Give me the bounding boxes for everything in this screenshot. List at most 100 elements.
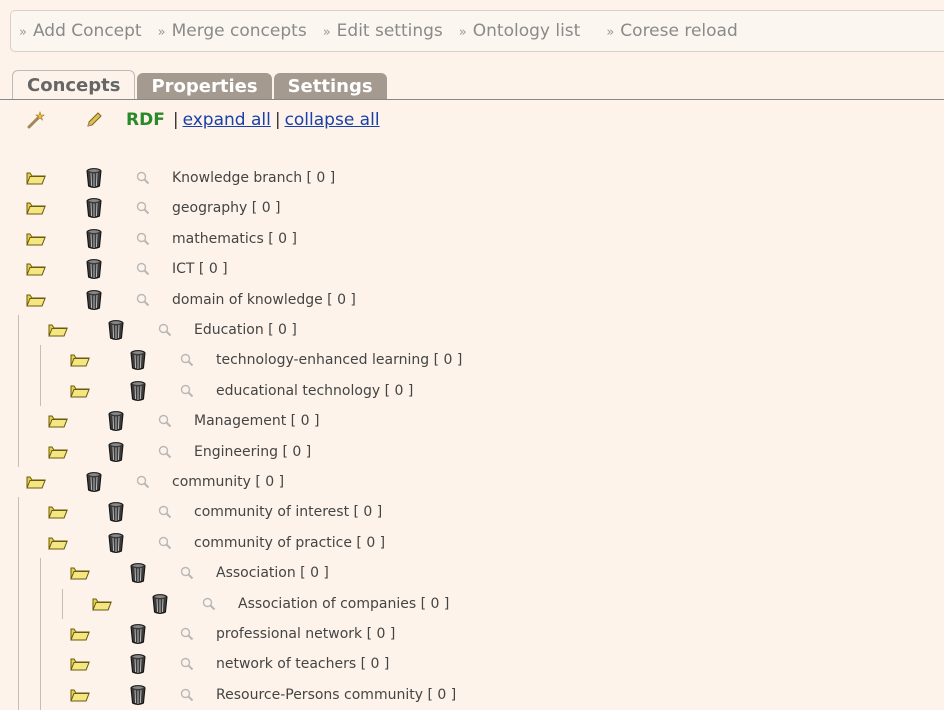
concept-label[interactable]: domain of knowledge [ 0 ] — [172, 292, 356, 308]
tree-row: community of practice [ 0 ] — [48, 528, 385, 558]
tree-guide-line — [18, 315, 19, 467]
trash-icon[interactable] — [128, 380, 148, 402]
magnifier-icon[interactable] — [136, 293, 150, 307]
concept-label[interactable]: professional network [ 0 ] — [216, 626, 395, 642]
magnifier-icon[interactable] — [158, 505, 172, 519]
tree-row: Management [ 0 ] — [48, 406, 319, 436]
trash-icon[interactable] — [106, 501, 126, 523]
trash-icon[interactable] — [106, 441, 126, 463]
tree-guide-line — [40, 345, 41, 407]
tree-row: educational technology [ 0 ] — [70, 376, 413, 406]
magnifier-icon[interactable] — [180, 657, 194, 671]
magnifier-icon[interactable] — [158, 445, 172, 459]
folder-icon[interactable] — [70, 626, 90, 642]
pencil-icon[interactable] — [84, 110, 104, 130]
tree-row: community [ 0 ] — [26, 467, 284, 497]
tab-concepts[interactable]: Concepts — [12, 70, 136, 100]
trash-icon[interactable] — [150, 593, 170, 615]
tree-row: Resource-Persons community [ 0 ] — [70, 680, 456, 710]
magnifier-icon[interactable] — [136, 201, 150, 215]
magnifier-icon[interactable] — [180, 384, 194, 398]
concept-label[interactable]: Resource-Persons community [ 0 ] — [216, 687, 456, 703]
magnifier-icon[interactable] — [180, 627, 194, 641]
edit-settings-link[interactable]: » Edit settings — [323, 21, 443, 41]
folder-icon[interactable] — [26, 231, 46, 247]
trash-icon[interactable] — [128, 653, 148, 675]
trash-icon[interactable] — [106, 532, 126, 554]
concept-label[interactable]: Association [ 0 ] — [216, 565, 329, 581]
magnifier-icon[interactable] — [180, 566, 194, 580]
tree-row: technology-enhanced learning [ 0 ] — [70, 345, 462, 375]
tree-row: Knowledge branch [ 0 ] — [26, 163, 335, 193]
concept-label[interactable]: technology-enhanced learning [ 0 ] — [216, 352, 462, 368]
trash-icon[interactable] — [84, 471, 104, 493]
magnifier-icon[interactable] — [158, 536, 172, 550]
magnifier-icon[interactable] — [136, 262, 150, 276]
concept-label[interactable]: community of interest [ 0 ] — [194, 504, 382, 520]
wand-icon[interactable] — [26, 110, 46, 130]
concept-label[interactable]: mathematics [ 0 ] — [172, 231, 297, 247]
concept-label[interactable]: community [ 0 ] — [172, 474, 284, 490]
folder-icon[interactable] — [48, 322, 68, 338]
magnifier-icon[interactable] — [158, 414, 172, 428]
trash-icon[interactable] — [84, 228, 104, 250]
magnifier-icon[interactable] — [136, 171, 150, 185]
tab-properties[interactable]: Properties — [137, 73, 272, 100]
separator: | — [172, 110, 179, 130]
folder-icon[interactable] — [26, 474, 46, 490]
concept-label[interactable]: Management [ 0 ] — [194, 413, 319, 429]
magnifier-icon[interactable] — [136, 232, 150, 246]
concept-label[interactable]: Engineering [ 0 ] — [194, 444, 311, 460]
folder-icon[interactable] — [48, 504, 68, 520]
concept-label[interactable]: ICT [ 0 ] — [172, 261, 228, 277]
magnifier-icon[interactable] — [180, 353, 194, 367]
folder-icon[interactable] — [92, 596, 112, 612]
folder-icon[interactable] — [48, 535, 68, 551]
trash-icon[interactable] — [84, 289, 104, 311]
folder-icon[interactable] — [26, 200, 46, 216]
trash-icon[interactable] — [84, 167, 104, 189]
concept-label[interactable]: educational technology [ 0 ] — [216, 383, 413, 399]
trash-icon[interactable] — [84, 197, 104, 219]
tree-row: geography [ 0 ] — [26, 193, 281, 223]
merge-concepts-link[interactable]: » Merge concepts — [158, 21, 307, 41]
trash-icon[interactable] — [128, 349, 148, 371]
folder-icon[interactable] — [70, 656, 90, 672]
magnifier-icon[interactable] — [202, 597, 216, 611]
concept-label[interactable]: geography [ 0 ] — [172, 200, 281, 216]
folder-icon[interactable] — [70, 565, 90, 581]
ontology-list-link[interactable]: » Ontology list — [459, 21, 581, 41]
folder-icon[interactable] — [26, 292, 46, 308]
folder-icon[interactable] — [70, 383, 90, 399]
trash-icon[interactable] — [106, 410, 126, 432]
add-concept-link[interactable]: » Add Concept — [19, 21, 142, 41]
folder-icon[interactable] — [48, 413, 68, 429]
folder-icon[interactable] — [70, 352, 90, 368]
tree-row: community of interest [ 0 ] — [48, 497, 382, 527]
trash-icon[interactable] — [128, 562, 148, 584]
tree-row: Association of companies [ 0 ] — [92, 589, 449, 619]
concept-label[interactable]: Knowledge branch [ 0 ] — [172, 170, 335, 186]
expand-all-link[interactable]: expand all — [183, 110, 271, 130]
collapse-all-link[interactable]: collapse all — [285, 110, 380, 130]
folder-icon[interactable] — [48, 444, 68, 460]
corese-reload-link[interactable]: » Corese reload — [606, 21, 737, 41]
concept-label[interactable]: community of practice [ 0 ] — [194, 535, 385, 551]
magnifier-icon[interactable] — [180, 688, 194, 702]
tree-row: Association [ 0 ] — [70, 558, 329, 588]
magnifier-icon[interactable] — [136, 475, 150, 489]
trash-icon[interactable] — [128, 623, 148, 645]
folder-icon[interactable] — [26, 261, 46, 277]
trash-icon[interactable] — [84, 258, 104, 280]
trash-icon[interactable] — [128, 684, 148, 706]
concept-label[interactable]: Education [ 0 ] — [194, 322, 297, 338]
trash-icon[interactable] — [106, 319, 126, 341]
rdf-link[interactable]: RDF — [126, 110, 165, 130]
concept-label[interactable]: Association of companies [ 0 ] — [238, 596, 449, 612]
folder-icon[interactable] — [70, 687, 90, 703]
tree-row: network of teachers [ 0 ] — [70, 649, 389, 679]
magnifier-icon[interactable] — [158, 323, 172, 337]
tab-settings[interactable]: Settings — [273, 73, 387, 100]
folder-icon[interactable] — [26, 170, 46, 186]
concept-label[interactable]: network of teachers [ 0 ] — [216, 656, 389, 672]
